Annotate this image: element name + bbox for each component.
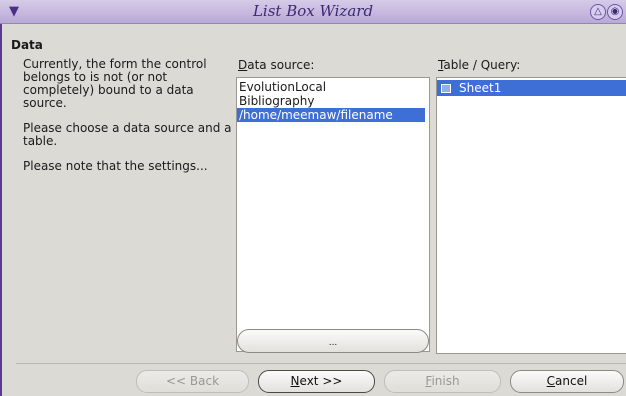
finish-button[interactable]: Finish <box>384 370 501 393</box>
info-paragraph: Please note that the settings... <box>23 159 208 173</box>
list-item-selected[interactable]: Sheet1 <box>437 80 626 96</box>
data-source-list[interactable]: EvolutionLocal Bibliography /home/meemaw… <box>236 77 430 352</box>
next-button[interactable]: Next >> <box>258 370 375 393</box>
back-button[interactable]: << Back <box>136 370 249 393</box>
window-title: List Box Wizard <box>252 2 374 20</box>
info-text: Currently, the form the control belongs … <box>23 58 233 185</box>
data-source-label: Data source: <box>238 58 315 72</box>
table-name: Sheet1 <box>459 81 502 95</box>
table-query-label: Table / Query: <box>438 58 521 72</box>
divider <box>16 363 626 364</box>
window-border <box>0 24 2 396</box>
close-icon[interactable]: ◉ <box>607 4 623 20</box>
info-paragraph: Currently, the form the control belongs … <box>23 57 207 110</box>
title-bar: ▼ List Box Wizard △ ◉ <box>0 0 626 24</box>
minimize-icon[interactable]: △ <box>590 4 606 20</box>
list-item-selected[interactable]: /home/meemaw/filename <box>237 108 425 122</box>
info-paragraph: Please choose a data source and a table. <box>23 121 232 148</box>
browse-button[interactable]: ... <box>237 329 429 353</box>
list-item[interactable]: Bibliography <box>237 94 429 108</box>
list-item[interactable]: EvolutionLocal <box>237 80 429 94</box>
page-title: Data <box>11 38 43 52</box>
table-icon <box>441 83 451 93</box>
cancel-button[interactable]: Cancel <box>510 370 624 393</box>
table-query-list[interactable]: Sheet1 <box>436 77 626 354</box>
